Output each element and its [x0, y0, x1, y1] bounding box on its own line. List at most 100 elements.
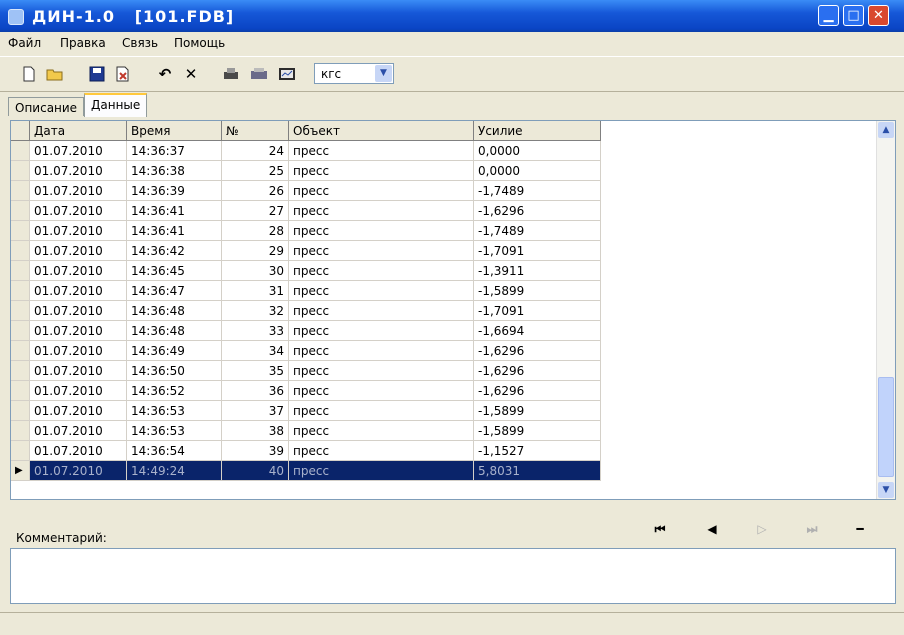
cell-time[interactable]: 14:36:41 — [126, 220, 222, 241]
cell-date[interactable]: 01.07.2010 — [29, 260, 127, 281]
row-indicator[interactable] — [11, 260, 30, 281]
first-record-button[interactable]: ⏮ — [650, 522, 670, 537]
cell-date[interactable]: 01.07.2010 — [29, 300, 127, 321]
row-indicator[interactable] — [11, 340, 30, 361]
cell-date[interactable]: 01.07.2010 — [29, 420, 127, 441]
row-indicator[interactable] — [11, 300, 30, 321]
column-header-object[interactable]: Объект — [288, 121, 474, 141]
column-header-date[interactable]: Дата — [29, 121, 127, 141]
menu-connection[interactable]: Связь — [122, 36, 158, 50]
table-row[interactable]: 01.07.2010 14:36:42 29 пресс -1,7091 — [11, 240, 601, 261]
cell-time[interactable]: 14:36:39 — [126, 180, 222, 201]
cell-force[interactable]: -1,5899 — [473, 400, 601, 421]
cell-time[interactable]: 14:36:37 — [126, 140, 222, 161]
table-row[interactable]: 01.07.2010 14:36:39 26 пресс -1,7489 — [11, 180, 601, 201]
save-button[interactable] — [88, 65, 106, 83]
cell-number[interactable]: 24 — [221, 140, 289, 161]
cell-date[interactable]: 01.07.2010 — [29, 180, 127, 201]
cell-force[interactable]: -1,6296 — [473, 340, 601, 361]
table-row[interactable]: 01.07.2010 14:36:47 31 пресс -1,5899 — [11, 280, 601, 301]
print-button[interactable] — [222, 65, 240, 83]
table-row[interactable]: 01.07.2010 14:36:50 35 пресс -1,6296 — [11, 360, 601, 381]
cell-date[interactable]: 01.07.2010 — [29, 240, 127, 261]
row-indicator[interactable] — [11, 400, 30, 421]
cell-number[interactable]: 39 — [221, 440, 289, 461]
row-indicator[interactable] — [11, 440, 30, 461]
row-indicator[interactable] — [11, 140, 30, 161]
cell-force[interactable]: -1,3911 — [473, 260, 601, 281]
undo-button[interactable]: ↶ — [156, 65, 174, 83]
table-row[interactable]: 01.07.2010 14:36:37 24 пресс 0,0000 — [11, 140, 601, 161]
cell-time[interactable]: 14:36:42 — [126, 240, 222, 261]
table-row[interactable]: 01.07.2010 14:36:45 30 пресс -1,3911 — [11, 260, 601, 281]
cell-time[interactable]: 14:36:48 — [126, 320, 222, 341]
print-preview-button[interactable] — [250, 65, 268, 83]
cell-number[interactable]: 28 — [221, 220, 289, 241]
cell-object[interactable]: пресс — [288, 260, 474, 281]
cell-object[interactable]: пресс — [288, 340, 474, 361]
cell-force[interactable]: -1,7489 — [473, 220, 601, 241]
cell-object[interactable]: пресс — [288, 320, 474, 341]
app-icon[interactable] — [8, 9, 24, 25]
chevron-down-icon[interactable]: ▼ — [375, 65, 392, 82]
menu-file[interactable]: Файл — [8, 36, 41, 50]
cell-number[interactable]: 30 — [221, 260, 289, 281]
cell-date[interactable]: 01.07.2010 — [29, 140, 127, 161]
scroll-up-icon[interactable]: ▲ — [878, 122, 894, 138]
cell-number[interactable]: 38 — [221, 420, 289, 441]
cell-time[interactable]: 14:36:41 — [126, 200, 222, 221]
row-indicator[interactable] — [11, 180, 30, 201]
cell-object[interactable]: пресс — [288, 220, 474, 241]
minimize-button[interactable]: ▁ — [818, 5, 839, 26]
cell-number[interactable]: 27 — [221, 200, 289, 221]
row-indicator[interactable] — [11, 160, 30, 181]
cell-date[interactable]: 01.07.2010 — [29, 220, 127, 241]
cell-time[interactable]: 14:36:54 — [126, 440, 222, 461]
cell-object[interactable]: пресс — [288, 440, 474, 461]
export-button[interactable] — [278, 65, 296, 83]
cell-time[interactable]: 14:36:48 — [126, 300, 222, 321]
cell-object[interactable]: пресс — [288, 200, 474, 221]
cell-force[interactable]: -1,6296 — [473, 360, 601, 381]
cell-number[interactable]: 33 — [221, 320, 289, 341]
cell-force[interactable]: -1,6694 — [473, 320, 601, 341]
cell-force[interactable]: -1,6296 — [473, 380, 601, 401]
cell-number[interactable]: 40 — [221, 460, 289, 481]
column-header-force[interactable]: Усилие — [473, 121, 601, 141]
cell-date[interactable]: 01.07.2010 — [29, 160, 127, 181]
row-indicator[interactable] — [11, 320, 30, 341]
cell-number[interactable]: 34 — [221, 340, 289, 361]
cell-object[interactable]: пресс — [288, 400, 474, 421]
table-row[interactable]: 01.07.2010 14:36:52 36 пресс -1,6296 — [11, 380, 601, 401]
cell-time[interactable]: 14:49:24 — [126, 460, 222, 481]
cell-force[interactable]: -1,6296 — [473, 200, 601, 221]
cell-object[interactable]: пресс — [288, 240, 474, 261]
cell-force[interactable]: -1,7489 — [473, 180, 601, 201]
cell-force[interactable]: -1,5899 — [473, 280, 601, 301]
table-row[interactable]: 01.07.2010 14:36:41 28 пресс -1,7489 — [11, 220, 601, 241]
vertical-scrollbar[interactable]: ▲ ▼ — [876, 121, 895, 499]
cell-force[interactable]: -1,5899 — [473, 420, 601, 441]
cell-time[interactable]: 14:36:38 — [126, 160, 222, 181]
cell-time[interactable]: 14:36:45 — [126, 260, 222, 281]
table-row[interactable]: 01.07.2010 14:36:53 38 пресс -1,5899 — [11, 420, 601, 441]
title-bar[interactable]: ДИН-1.0 [101.FDB] ▁ □ ✕ — [0, 0, 904, 32]
cell-time[interactable]: 14:36:47 — [126, 280, 222, 301]
last-record-button[interactable]: ⏭ — [802, 522, 822, 537]
cell-date[interactable]: 01.07.2010 — [29, 460, 127, 481]
cell-number[interactable]: 36 — [221, 380, 289, 401]
cell-force[interactable]: -1,7091 — [473, 240, 601, 261]
cell-object[interactable]: пресс — [288, 300, 474, 321]
cell-date[interactable]: 01.07.2010 — [29, 360, 127, 381]
delete-file-button[interactable] — [114, 65, 132, 83]
cell-date[interactable]: 01.07.2010 — [29, 320, 127, 341]
cell-date[interactable]: 01.07.2010 — [29, 440, 127, 461]
current-row-indicator-icon[interactable]: ▶ — [11, 460, 30, 481]
table-row[interactable]: 01.07.2010 14:36:48 33 пресс -1,6694 — [11, 320, 601, 341]
cell-object[interactable]: пресс — [288, 160, 474, 181]
row-indicator[interactable] — [11, 420, 30, 441]
cell-number[interactable]: 29 — [221, 240, 289, 261]
cell-object[interactable]: пресс — [288, 280, 474, 301]
table-row[interactable]: ▶ 01.07.2010 14:49:24 40 пресс 5,8031 — [11, 460, 601, 481]
data-grid[interactable]: Дата Время № Объект Усилие 01.07.2010 14:… — [10, 120, 896, 500]
